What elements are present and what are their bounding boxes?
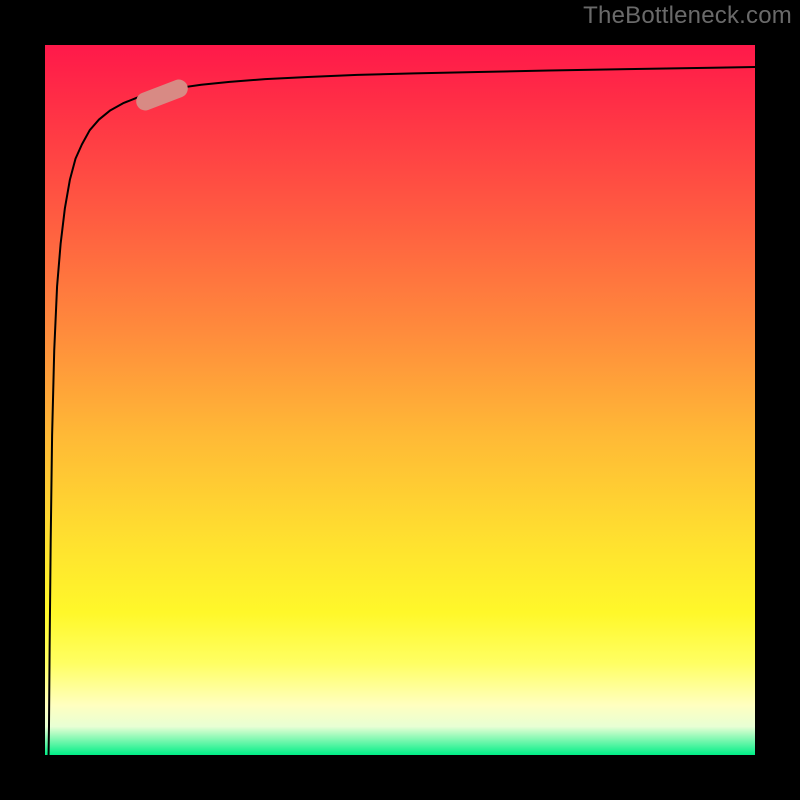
- chart-frame: TheBottleneck.com: [0, 0, 800, 800]
- watermark-text: TheBottleneck.com: [583, 2, 792, 30]
- plot-area: [45, 45, 755, 755]
- gradient-background: [45, 45, 755, 755]
